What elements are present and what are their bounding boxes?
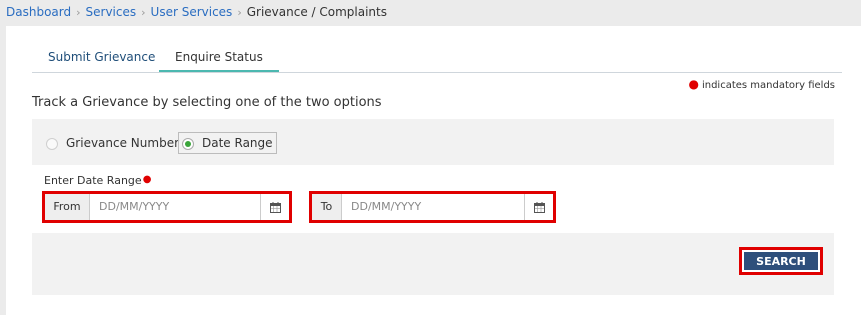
from-addon: From bbox=[45, 194, 90, 220]
tab-submit-grievance[interactable]: Submit Grievance bbox=[32, 44, 171, 70]
to-date-input[interactable]: DD/MM/YYYY bbox=[342, 194, 421, 220]
radio-label: Date Range bbox=[202, 136, 273, 150]
radio-date-range[interactable]: Date Range bbox=[178, 132, 277, 154]
to-date-field[interactable]: To DD/MM/YYYY bbox=[309, 191, 556, 223]
calendar-icon[interactable] bbox=[524, 194, 553, 220]
option-panel: Grievance Number Date Range bbox=[32, 119, 834, 165]
from-date-input[interactable]: DD/MM/YYYY bbox=[90, 194, 169, 220]
chevron-right-icon: › bbox=[141, 6, 146, 19]
required-dot-icon: ● bbox=[142, 174, 152, 185]
radio-label: Grievance Number bbox=[66, 136, 180, 150]
breadcrumb-services[interactable]: Services bbox=[86, 5, 137, 19]
to-addon: To bbox=[312, 194, 342, 220]
from-date-field[interactable]: From DD/MM/YYYY bbox=[42, 191, 292, 223]
radio-checked-icon[interactable] bbox=[182, 137, 194, 150]
radio-unchecked-icon[interactable] bbox=[46, 137, 58, 150]
grievance-card: Submit Grievance Enquire Status ● indicat… bbox=[6, 26, 861, 315]
search-panel: SEARCH bbox=[32, 233, 834, 295]
date-range-label: Enter Date Range● bbox=[44, 174, 154, 187]
tab-enquire-status[interactable]: Enquire Status bbox=[159, 44, 279, 72]
mandatory-note: ● indicates mandatory fields bbox=[688, 77, 835, 91]
radio-grievance-number[interactable]: Grievance Number bbox=[46, 134, 179, 152]
page-title: Track a Grievance by selecting one of th… bbox=[32, 95, 382, 110]
chevron-right-icon: › bbox=[237, 6, 242, 19]
tab-bar: Submit Grievance Enquire Status bbox=[32, 44, 842, 73]
date-range-label-text: Enter Date Range bbox=[44, 174, 142, 187]
search-button-label: SEARCH bbox=[744, 252, 818, 270]
breadcrumb: Dashboard › Services › User Services › Grievan… bbox=[6, 4, 387, 20]
mandatory-note-text: indicates mandatory fields bbox=[701, 80, 835, 91]
calendar-icon[interactable] bbox=[260, 194, 289, 220]
chevron-right-icon: › bbox=[76, 6, 81, 19]
required-dot-icon: ● bbox=[688, 77, 699, 91]
breadcrumb-user-services[interactable]: User Services bbox=[151, 5, 233, 19]
breadcrumb-dashboard[interactable]: Dashboard bbox=[6, 5, 71, 19]
search-button[interactable]: SEARCH bbox=[739, 247, 823, 275]
breadcrumb-current: Grievance / Complaints bbox=[246, 5, 387, 19]
